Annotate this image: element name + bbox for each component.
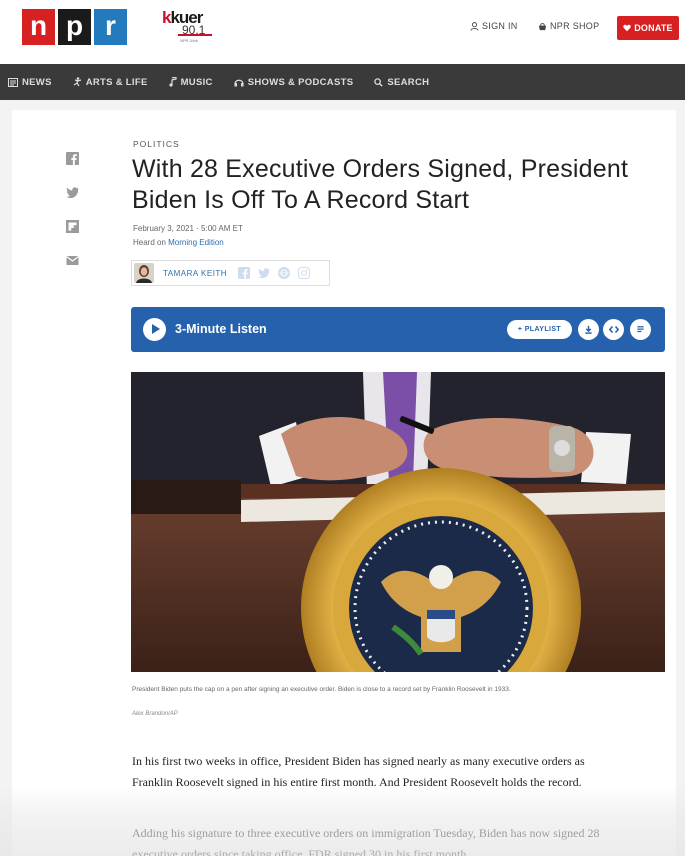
author-avatar[interactable] — [134, 263, 154, 283]
section-slug[interactable]: POLITICS — [133, 139, 180, 149]
globe-icon[interactable] — [278, 267, 291, 279]
article-photo[interactable] — [131, 372, 665, 672]
play-button[interactable] — [143, 318, 166, 341]
photo-caption: President Biden puts the cap on a pen af… — [132, 686, 511, 693]
embed-icon — [608, 325, 619, 334]
shopping-bag-icon — [538, 22, 547, 30]
article-headline: With 28 Executive Orders Signed, Preside… — [132, 155, 629, 214]
user-icon — [470, 21, 479, 31]
npr-logo-r: r — [94, 9, 127, 45]
download-icon — [585, 325, 592, 334]
player-title: 3-Minute Listen — [175, 322, 267, 336]
twitter-icon[interactable] — [258, 267, 270, 279]
news-icon — [8, 77, 18, 87]
article-paragraph: Adding his signature to three executive … — [132, 826, 600, 856]
article-paragraph: In his first two weeks in office, Presid… — [132, 754, 585, 789]
donate-label: DONATE — [634, 23, 673, 33]
nav-item-shows-podcasts[interactable]: SHOWS & PODCASTS — [234, 77, 354, 88]
search-icon — [374, 77, 383, 87]
add-to-playlist-button[interactable]: + PLAYLIST — [507, 320, 572, 339]
station-tagline: NPR Utah — [180, 38, 199, 43]
nav-news-label: NEWS — [22, 76, 52, 88]
sign-in-link[interactable]: SIGN IN — [470, 21, 518, 31]
music-note-icon — [168, 77, 177, 87]
nav-item-search[interactable]: SEARCH — [374, 77, 429, 88]
headphones-icon — [234, 79, 244, 86]
nav-arts-label: ARTS & LIFE — [85, 76, 148, 88]
nav-item-music[interactable]: MUSIC — [168, 76, 213, 88]
donate-button[interactable]: DONATE — [617, 16, 679, 40]
arts-icon — [73, 77, 81, 87]
station-frequency: 90.1 — [182, 23, 206, 37]
article-dateline: February 3, 2021 · 5:00 AM ET — [133, 224, 243, 233]
heard-on-prefix: Heard on — [133, 238, 169, 247]
npr-logo-p: p — [58, 9, 91, 45]
heard-on: Heard on Morning Edition — [133, 238, 224, 247]
heard-on-show-link[interactable]: Morning Edition — [168, 238, 224, 247]
npr-logo[interactable]: n p r — [22, 9, 127, 45]
npr-shop-label: NPR SHOP — [550, 21, 600, 31]
download-button[interactable] — [578, 319, 599, 340]
facebook-icon[interactable] — [66, 152, 79, 165]
heart-icon — [623, 24, 631, 32]
nav-item-news[interactable]: NEWS — [8, 77, 52, 88]
author-byline: TAMARA KEITH — [131, 260, 330, 286]
site-header: n p r kkuer 90.1 NPR Utah SIGN IN NPR SH… — [0, 0, 685, 64]
twitter-icon[interactable] — [66, 186, 79, 199]
station-logo[interactable]: kkuer 90.1 NPR Utah — [162, 9, 212, 46]
transcript-button[interactable] — [630, 319, 651, 340]
email-icon[interactable] — [66, 254, 79, 267]
nav-music-label: MUSIC — [180, 76, 213, 88]
nav-search-label: SEARCH — [387, 76, 430, 88]
flipboard-icon[interactable] — [66, 220, 79, 233]
nav-shows-label: SHOWS & PODCASTS — [247, 76, 354, 88]
facebook-icon[interactable] — [238, 267, 251, 279]
npr-logo-n: n — [22, 9, 55, 45]
main-nav: NEWS ARTS & LIFE MUSIC SHOWS & PODCASTS … — [0, 64, 685, 100]
photo-credit: Alex Brandon/AP — [132, 711, 178, 717]
author-name[interactable]: TAMARA KEITH — [163, 269, 227, 278]
transcript-icon — [637, 326, 644, 333]
sign-in-label: SIGN IN — [482, 21, 518, 31]
npr-shop-link[interactable]: NPR SHOP — [538, 21, 599, 31]
audio-player: 3-Minute Listen + PLAYLIST — [131, 307, 665, 352]
embed-button[interactable] — [603, 319, 624, 340]
nav-item-arts-life[interactable]: ARTS & LIFE — [73, 77, 148, 88]
instagram-icon[interactable] — [298, 267, 311, 279]
